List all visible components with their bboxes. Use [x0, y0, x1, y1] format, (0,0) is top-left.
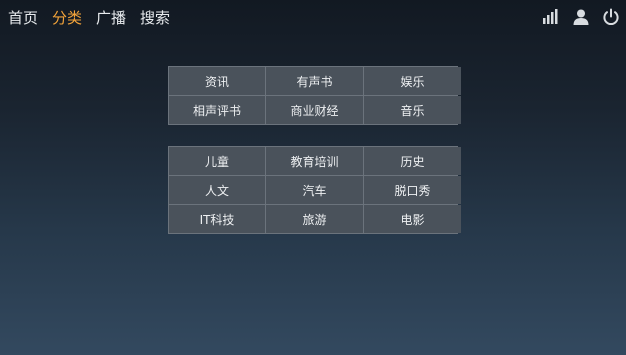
signal-icon — [543, 9, 558, 24]
category-talkshow[interactable]: 脱口秀 — [364, 176, 461, 204]
status-area — [542, 8, 620, 26]
category-crosstalk[interactable]: 相声评书 — [169, 96, 265, 124]
main-nav: 首页 分类 广播 搜索 — [8, 8, 170, 28]
category-entertainment[interactable]: 娱乐 — [364, 67, 461, 95]
power-icon[interactable] — [602, 8, 620, 26]
category-it-tech[interactable]: IT科技 — [169, 205, 265, 233]
category-news[interactable]: 资讯 — [169, 67, 265, 95]
category-cars[interactable]: 汽车 — [266, 176, 363, 204]
category-grid-primary: 资讯 有声书 娱乐 相声评书 商业财经 音乐 — [168, 66, 461, 125]
user-icon[interactable] — [572, 8, 590, 26]
category-children[interactable]: 儿童 — [169, 147, 265, 175]
nav-item-radio[interactable]: 广播 — [96, 8, 126, 28]
category-grid-secondary: 儿童 教育培训 历史 人文 汽车 脱口秀 IT科技 旅游 电影 — [168, 146, 461, 234]
category-travel[interactable]: 旅游 — [266, 205, 363, 233]
nav-item-home[interactable]: 首页 — [8, 8, 38, 28]
nav-item-categories[interactable]: 分类 — [52, 8, 82, 28]
category-history[interactable]: 历史 — [364, 147, 461, 175]
nav-item-search[interactable]: 搜索 — [140, 8, 170, 28]
category-education[interactable]: 教育培训 — [266, 147, 363, 175]
category-humanities[interactable]: 人文 — [169, 176, 265, 204]
category-audiobooks[interactable]: 有声书 — [266, 67, 363, 95]
top-bar: 首页 分类 广播 搜索 — [0, 0, 626, 36]
category-business[interactable]: 商业财经 — [266, 96, 363, 124]
category-music[interactable]: 音乐 — [364, 96, 461, 124]
category-movies[interactable]: 电影 — [364, 205, 461, 233]
